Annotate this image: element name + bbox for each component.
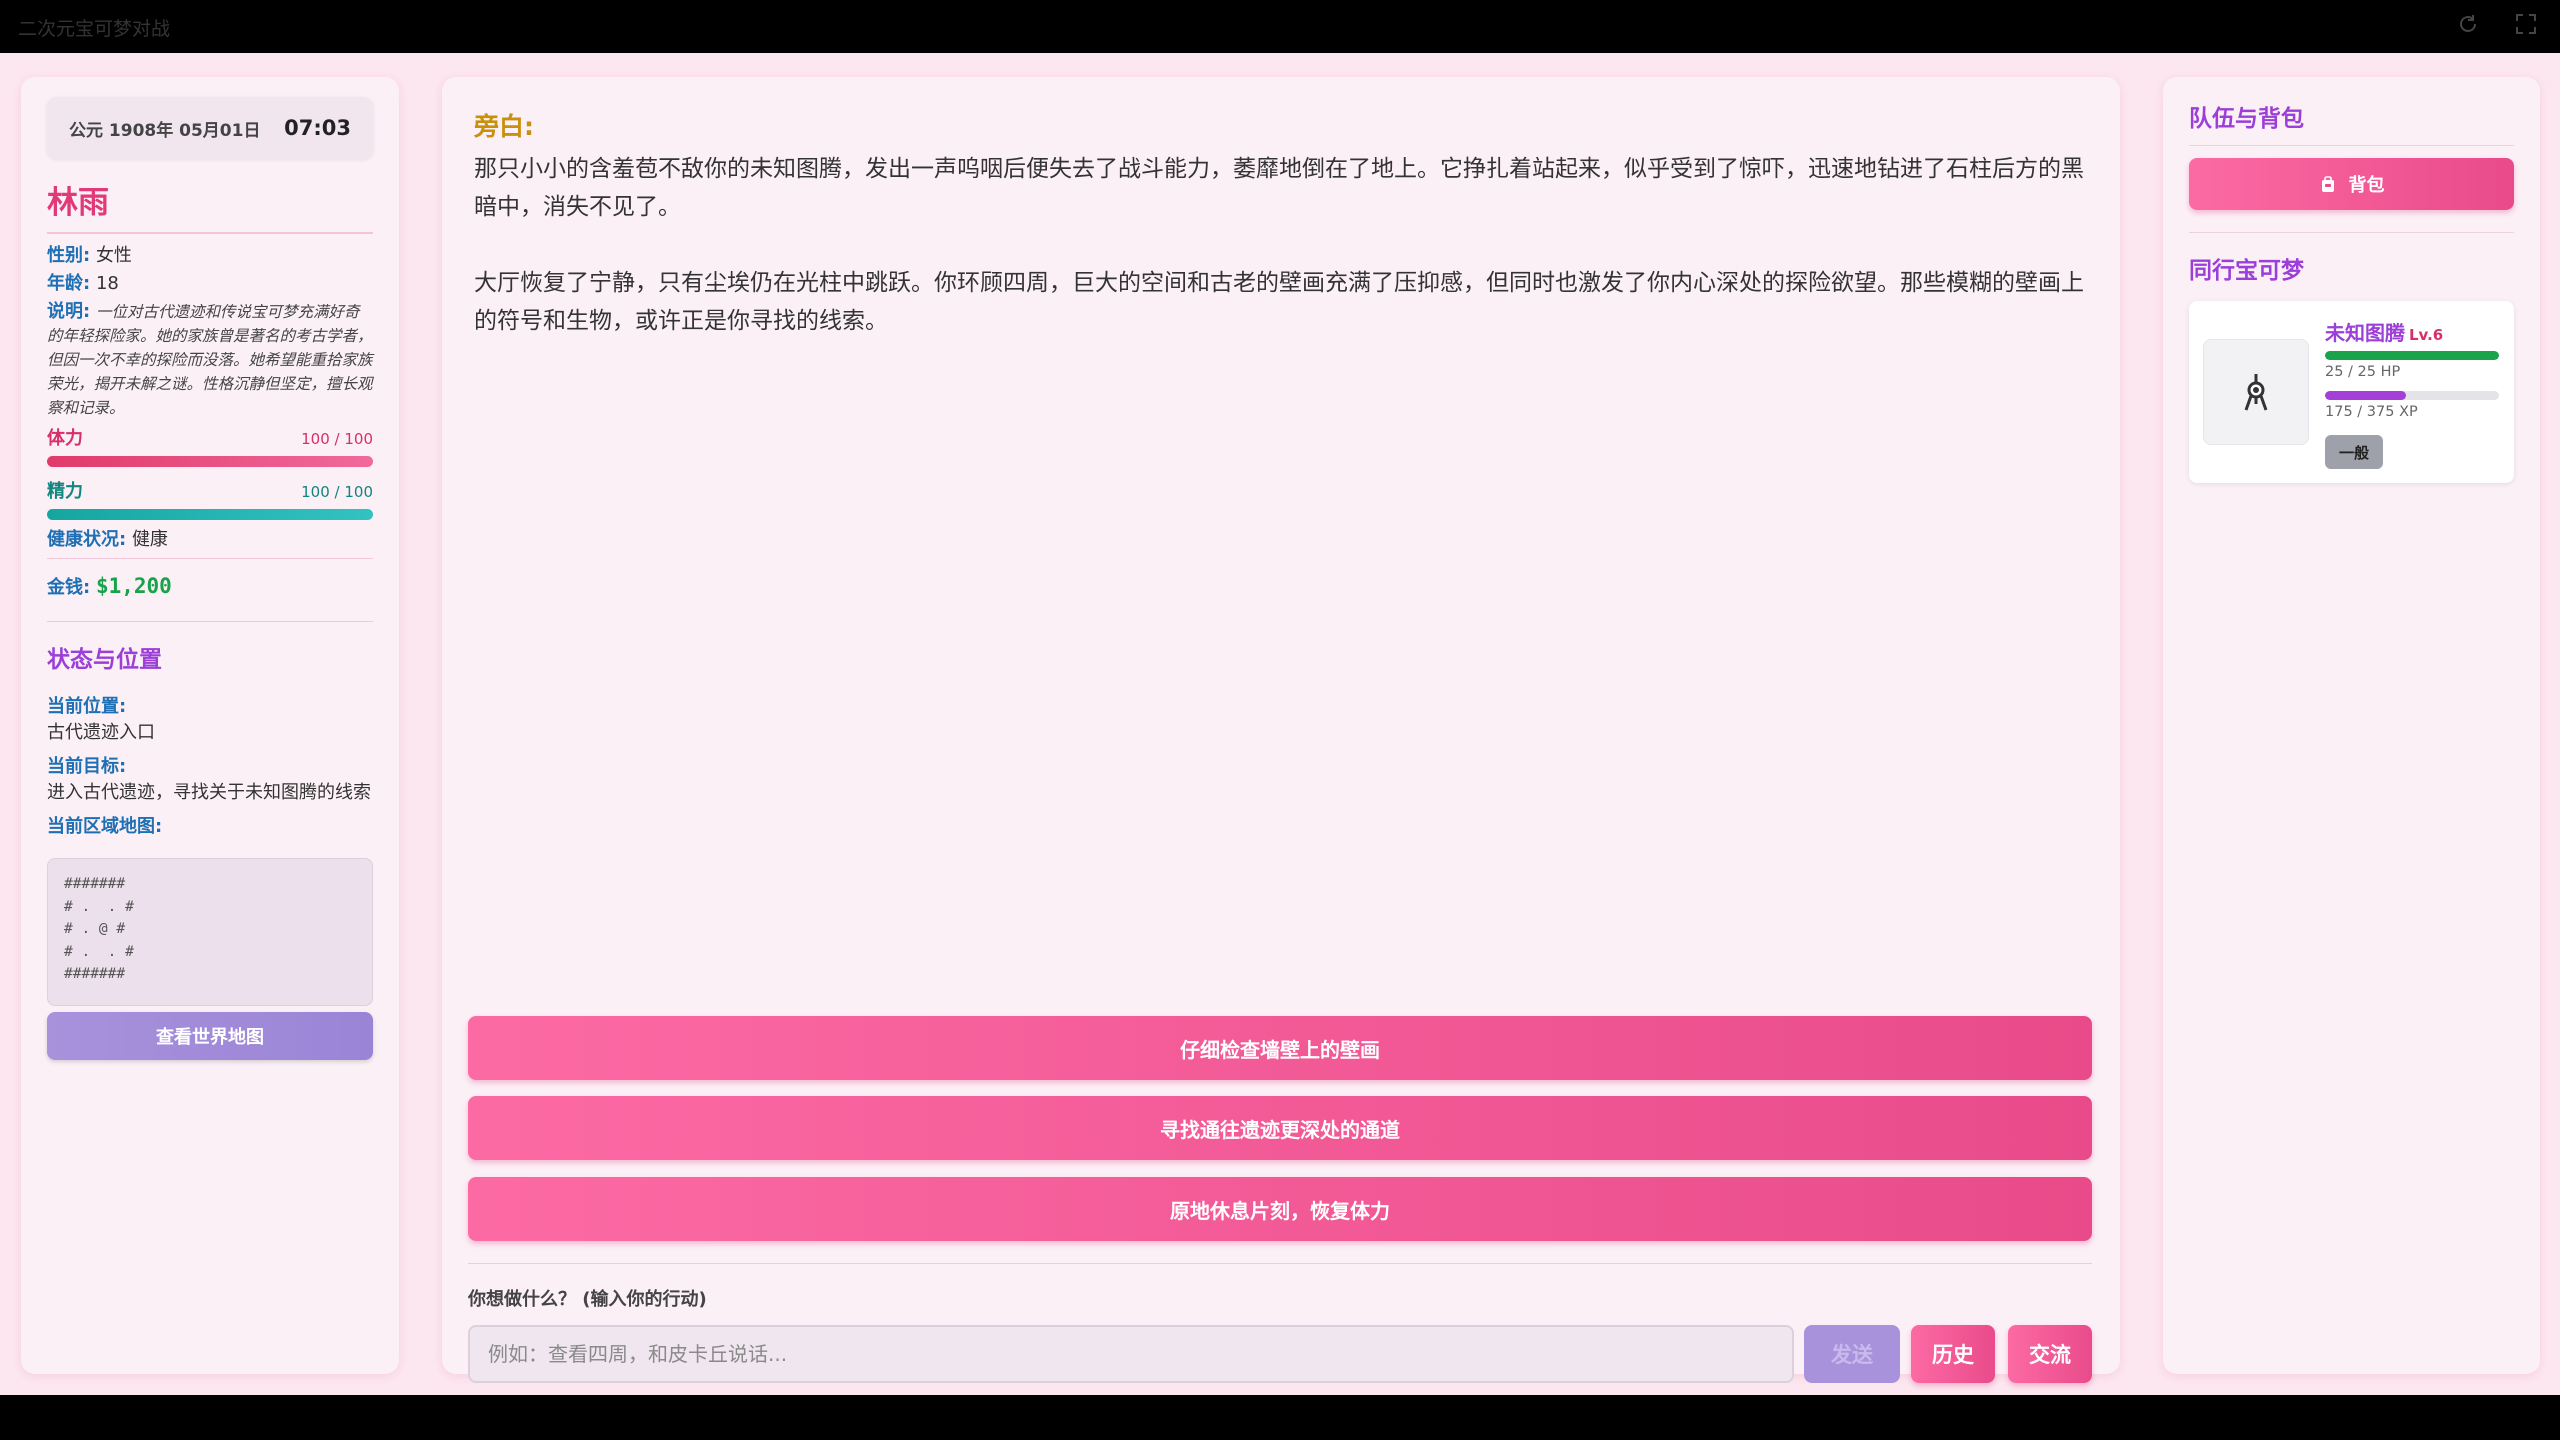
status-section-title: 状态与位置 [47, 647, 162, 673]
bag-button[interactable]: 背包 [2189, 158, 2514, 210]
goal-value: 进入古代遗迹，寻找关于未知图腾的线索 [47, 782, 371, 803]
world-map-button[interactable]: 查看世界地图 [47, 1012, 373, 1060]
pokemon-xp-bar-track [2325, 391, 2499, 400]
description-row: 说明: 一位对古代遗迹和传说宝可梦充满好奇的年轻探险家。她的家族曾是著名的考古学… [47, 300, 373, 420]
description-label: 说明: [47, 301, 91, 322]
pokemon-name-row: 未知图腾 Lv.6 [2325, 317, 2443, 346]
title-bar: 二次元宝可梦对战 [0, 0, 2560, 53]
health-row: 健康状况: 健康 [47, 528, 373, 552]
choice-button[interactable]: 仔细检查墙壁上的壁画 [468, 1016, 2092, 1080]
pokemon-hp-bar [2325, 351, 2499, 360]
narration-text: 那只小小的含羞苞不敌你的未知图腾，发出一声呜咽后便失去了战斗能力，萎靡地倒在了地… [474, 150, 2096, 340]
narration-title: 旁白: [474, 112, 534, 141]
pokemon-card[interactable]: 未知图腾 Lv.6 25 / 25 HP 175 / 375 XP 一般 [2189, 301, 2514, 483]
chat-button[interactable]: 交流 [2008, 1325, 2092, 1383]
energy-row: 精力 100 / 100 [47, 477, 373, 503]
action-input[interactable] [468, 1325, 1794, 1383]
unown-sprite-icon [2244, 374, 2268, 411]
divider [47, 558, 373, 559]
date-time-box: 公元 1908年 05月01日 07:03 [47, 97, 373, 159]
pokemon-hp-bar-track [2325, 351, 2499, 360]
pokemon-hp-text: 25 / 25 HP [2325, 364, 2401, 380]
hp-value: 100 / 100 [301, 430, 373, 448]
send-button[interactable]: 发送 [1804, 1325, 1900, 1383]
game-time: 07:03 [284, 116, 351, 140]
companion-title: 同行宝可梦 [2189, 258, 2304, 284]
story-panel: 旁白: 那只小小的含羞苞不敌你的未知图腾，发出一声呜咽后便失去了战斗能力，萎靡地… [442, 77, 2120, 1383]
age-value: 18 [95, 273, 119, 294]
area-map-label: 当前区域地图: [47, 816, 163, 837]
energy-value: 100 / 100 [301, 483, 373, 501]
action-prompt-label: 你想做什么？ (输入你的行动) [468, 1289, 707, 1310]
goal-label: 当前目标: [47, 756, 127, 777]
narration-paragraph: 大厅恢复了宁静，只有尘埃仍在光柱中跳跃。你环顾四周，巨大的空间和古老的壁画充满了… [474, 270, 2084, 334]
team-title: 队伍与背包 [2189, 99, 2514, 146]
gender-value: 女性 [95, 245, 132, 266]
location-value: 古代遗迹入口 [47, 722, 155, 743]
pokemon-type-badge[interactable]: 一般 [2325, 435, 2383, 469]
health-label: 健康状况: [47, 529, 127, 550]
choice-button[interactable]: 寻找通往遗迹更深处的通道 [468, 1096, 2092, 1160]
pokemon-name: 未知图腾 [2325, 321, 2405, 345]
location-label: 当前位置: [47, 696, 127, 717]
energy-label: 精力 [47, 481, 83, 502]
hp-bar [47, 456, 373, 467]
app-title: 二次元宝可梦对战 [18, 18, 171, 40]
backpack-icon [2321, 176, 2334, 192]
character-panel: 公元 1908年 05月01日 07:03 林雨 性别: 女性 年龄: 18 说… [21, 77, 399, 1374]
choice-button[interactable]: 原地休息片刻，恢复体力 [468, 1177, 2092, 1241]
refresh-icon[interactable] [2454, 12, 2482, 40]
team-panel: 队伍与背包 背包 同行宝可梦 未知图腾 Lv.6 25 / 25 HP 175 /… [2163, 77, 2540, 1374]
bag-button-label: 背包 [2348, 175, 2385, 196]
game-date: 公元 1908年 05月01日 [69, 120, 261, 141]
pokemon-level: Lv.6 [2409, 326, 2444, 344]
divider [47, 621, 373, 622]
age-label: 年龄: [47, 273, 91, 294]
health-value: 健康 [131, 529, 168, 550]
character-name: 林雨 [47, 177, 373, 234]
divider [2189, 232, 2514, 233]
area-map: ####### # . . # # . @ # # . . # ####### [47, 858, 373, 1006]
hp-row: 体力 100 / 100 [47, 424, 373, 450]
money-value: $1,200 [95, 574, 172, 598]
app-stage: 公元 1908年 05月01日 07:03 林雨 性别: 女性 年龄: 18 说… [0, 53, 2560, 1395]
history-button[interactable]: 历史 [1911, 1325, 1995, 1383]
money-label: 金钱: [47, 577, 91, 598]
hp-label: 体力 [47, 428, 83, 449]
narration-paragraph: 那只小小的含羞苞不敌你的未知图腾，发出一声呜咽后便失去了战斗能力，萎靡地倒在了地… [474, 156, 2084, 220]
divider [468, 1263, 2092, 1264]
pokemon-xp-text: 175 / 375 XP [2325, 404, 2418, 420]
gender-label: 性别: [47, 245, 91, 266]
pokemon-sprite [2203, 339, 2309, 445]
bottom-bar [0, 1395, 2560, 1440]
age-row: 年龄: 18 [47, 272, 373, 296]
energy-bar [47, 509, 373, 520]
gender-row: 性别: 女性 [47, 244, 373, 268]
fullscreen-icon[interactable] [2512, 12, 2540, 40]
description-text: 一位对古代遗迹和传说宝可梦充满好奇的年轻探险家。她的家族曾是著名的考古学者，但因… [47, 303, 373, 417]
pokemon-xp-bar [2325, 391, 2407, 400]
money-row: 金钱: $1,200 [47, 573, 373, 599]
